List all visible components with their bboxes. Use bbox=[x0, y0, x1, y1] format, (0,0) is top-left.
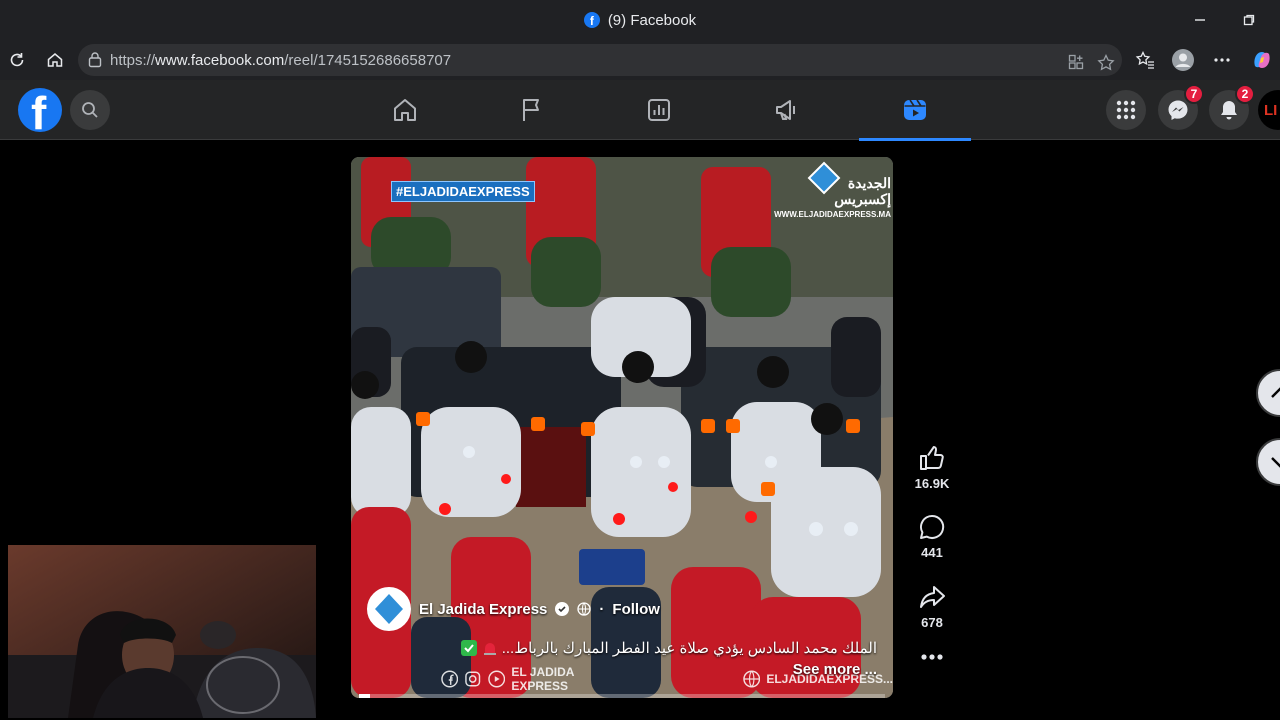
siren-icon bbox=[483, 643, 496, 655]
account-avatar[interactable]: LI bbox=[1258, 90, 1280, 130]
tab-home[interactable] bbox=[349, 80, 461, 140]
share-count: 678 bbox=[921, 615, 943, 630]
like-button[interactable]: 16.9K bbox=[906, 444, 958, 491]
tab-reels[interactable] bbox=[859, 80, 971, 141]
facebook-favicon-icon: f bbox=[583, 12, 600, 28]
more-dots-icon bbox=[921, 654, 943, 660]
url-prefix: https:// bbox=[110, 51, 156, 69]
chart-icon bbox=[648, 99, 670, 121]
author-name[interactable]: El Jadida Express bbox=[419, 601, 547, 618]
reel-hashtag: #ELJADIDAEXPRESS bbox=[391, 181, 535, 202]
profile-button[interactable] bbox=[1170, 48, 1196, 72]
notifications-button[interactable]: 2 bbox=[1209, 84, 1255, 130]
grid-menu-icon bbox=[1116, 100, 1136, 120]
reel-caption: الملك محمد السادس يؤدي صلاة عيد الفطر ال… bbox=[461, 639, 877, 657]
webcam-feed bbox=[8, 545, 316, 718]
notifications-badge: 2 bbox=[1235, 84, 1255, 104]
follow-button[interactable]: Follow bbox=[612, 601, 660, 618]
home-button[interactable] bbox=[42, 48, 68, 72]
webcam-overlay bbox=[8, 545, 316, 718]
reel-author: El Jadida Express · Follow bbox=[367, 587, 660, 631]
previous-reel-button[interactable] bbox=[1256, 369, 1280, 417]
author-logo-icon bbox=[375, 594, 403, 624]
url-host: www.facebook.com bbox=[155, 51, 285, 69]
tab-pages[interactable] bbox=[476, 80, 588, 140]
messenger-badge: 7 bbox=[1184, 84, 1204, 104]
browser-toolbar: https://www.facebook.com/reel/1745152686… bbox=[0, 40, 1280, 80]
copilot-icon[interactable] bbox=[1249, 48, 1275, 72]
strip-left-text: EL JADIDA EXPRESS bbox=[511, 665, 574, 693]
comment-button[interactable]: 441 bbox=[906, 513, 958, 560]
account-avatar-text: LI bbox=[1264, 101, 1278, 119]
search-icon bbox=[82, 102, 98, 118]
reels-icon bbox=[904, 99, 926, 120]
brand-website: WWW.ELJADIDAEXPRESS.MA bbox=[774, 210, 891, 219]
tab-ads[interactable] bbox=[731, 80, 843, 140]
facebook-top-nav: f 7 2 LI bbox=[0, 80, 1280, 141]
like-count: 16.9K bbox=[914, 476, 950, 491]
home-icon bbox=[394, 99, 416, 121]
search-button[interactable] bbox=[70, 90, 110, 130]
see-more-link[interactable]: See more ... bbox=[793, 661, 877, 678]
reel-progress-bar[interactable] bbox=[359, 694, 885, 698]
bell-icon bbox=[1221, 101, 1237, 120]
app-available-icon[interactable] bbox=[1068, 54, 1084, 70]
facebook-logo-icon[interactable]: f bbox=[18, 88, 62, 132]
web-icon bbox=[743, 670, 761, 688]
reel-progress-fill bbox=[359, 694, 370, 698]
share-icon bbox=[920, 586, 945, 608]
window-title: f (9) Facebook bbox=[0, 0, 1280, 40]
more-options-button[interactable] bbox=[1209, 48, 1235, 72]
minimize-button[interactable] bbox=[1188, 8, 1212, 32]
flag-icon bbox=[523, 99, 539, 121]
favorites-button[interactable] bbox=[1132, 48, 1158, 72]
comment-icon bbox=[919, 514, 945, 539]
window-title-text: (9) Facebook bbox=[607, 11, 697, 29]
share-button[interactable]: 678 bbox=[906, 583, 958, 630]
comment-count: 441 bbox=[921, 545, 943, 560]
address-bar[interactable]: https://www.facebook.com/reel/1745152686… bbox=[78, 44, 1122, 76]
messenger-button[interactable]: 7 bbox=[1158, 84, 1204, 130]
instagram-icon bbox=[465, 671, 481, 687]
favorite-star-icon[interactable] bbox=[1097, 54, 1115, 71]
verified-badge-icon bbox=[555, 602, 570, 616]
menu-button[interactable] bbox=[1106, 90, 1146, 130]
globe-icon bbox=[577, 602, 592, 616]
reel-brand-logo: الجديدة إكسبريس WWW.ELJADIDAEXPRESS.MA bbox=[774, 161, 891, 219]
chevron-down-icon bbox=[1271, 457, 1280, 468]
more-actions-button[interactable] bbox=[906, 654, 958, 664]
youtube-icon bbox=[488, 670, 506, 688]
like-icon bbox=[920, 446, 944, 470]
brand-name: الجديدة إكسبريس bbox=[834, 175, 891, 207]
facebook-icon bbox=[441, 670, 459, 688]
browser-title-bar: f (9) Facebook bbox=[0, 0, 1280, 40]
reel-caption-text: الملك محمد السادس يؤدي صلاة عيد الفطر ال… bbox=[501, 640, 877, 657]
url-path: /reel/1745152686658707 bbox=[284, 51, 452, 69]
reel-video[interactable]: #ELJADIDAEXPRESS الجديدة إكسبريس WWW.ELJ… bbox=[351, 157, 893, 698]
reload-button[interactable] bbox=[4, 48, 30, 72]
check-mark-icon bbox=[461, 640, 478, 656]
messenger-icon bbox=[1168, 100, 1188, 120]
megaphone-icon bbox=[776, 100, 795, 120]
author-avatar[interactable] bbox=[367, 587, 411, 631]
chevron-up-icon bbox=[1271, 387, 1280, 398]
tab-insights[interactable] bbox=[603, 80, 715, 140]
next-reel-button[interactable] bbox=[1256, 438, 1280, 486]
site-info-icon[interactable] bbox=[88, 52, 102, 68]
restore-button[interactable] bbox=[1237, 8, 1261, 32]
